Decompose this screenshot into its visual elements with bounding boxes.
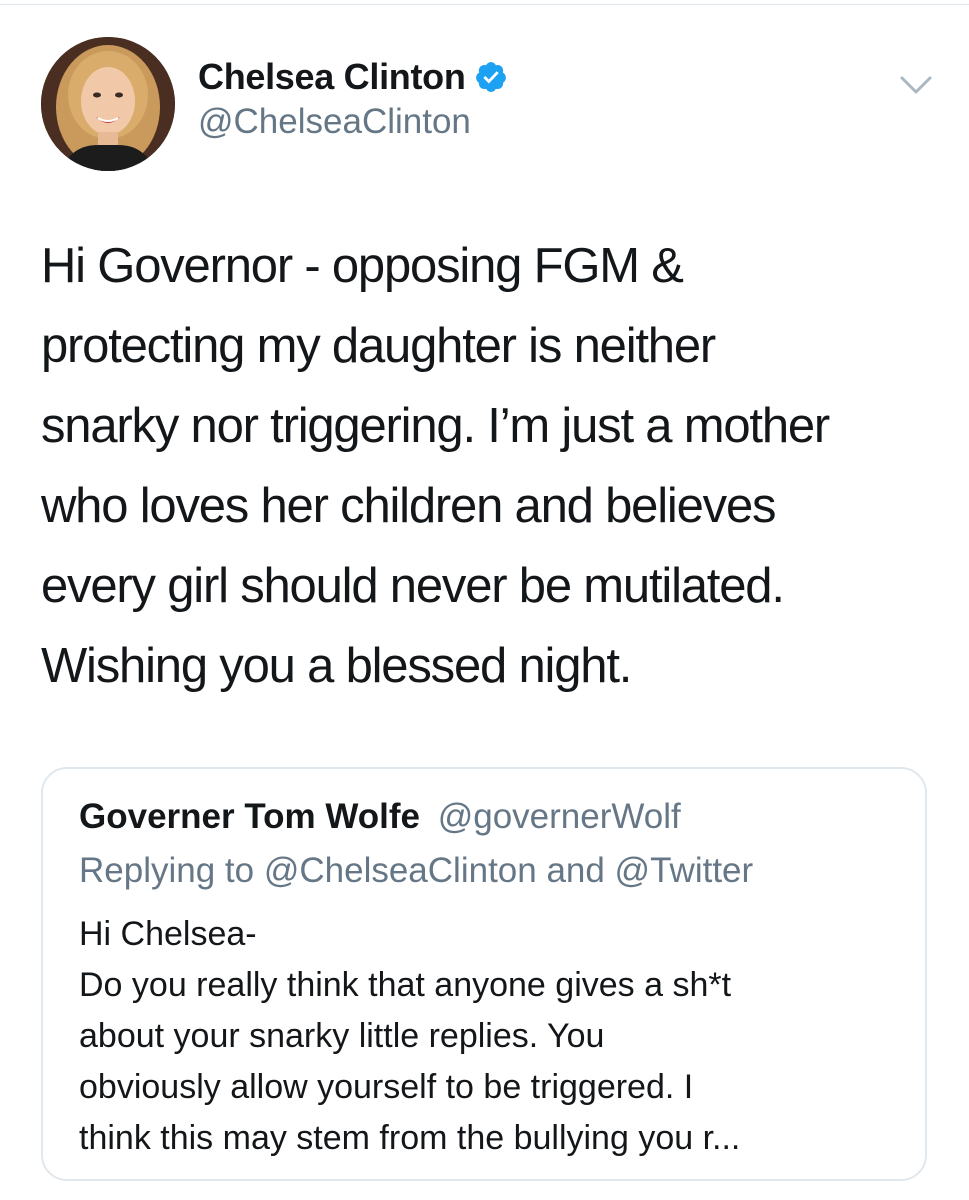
quoted-tweet-header: Governer Tom Wolfe @governerWolf xyxy=(79,797,681,837)
author-handle[interactable]: @ChelseaClinton xyxy=(198,102,471,142)
chevron-down-icon[interactable] xyxy=(898,72,934,98)
avatar-photo xyxy=(41,37,175,171)
author-display-name[interactable]: Chelsea Clinton xyxy=(198,56,466,98)
tweet-text-line: protecting my daughter is neither xyxy=(41,319,716,373)
quoted-tweet-card[interactable]: Governer Tom Wolfe @governerWolf Replyin… xyxy=(41,767,927,1181)
quoted-tweet-body: Hi Chelsea- Do you really think that any… xyxy=(79,909,909,1164)
quoted-body-line: think this may stem from the bullying yo… xyxy=(79,1119,741,1157)
tweet-text: Hi Governor - opposing FGM & protecting … xyxy=(41,226,941,706)
tweet-text-line: Wishing you a blessed night. xyxy=(41,639,632,693)
top-divider xyxy=(0,4,969,5)
quoted-author-name: Governer Tom Wolfe xyxy=(79,797,420,836)
quoted-body-line: Do you really think that anyone gives a … xyxy=(79,966,732,1004)
quoted-body-line: obviously allow yourself to be triggered… xyxy=(79,1068,694,1106)
tweet-text-line: every girl should never be mutilated. xyxy=(41,559,785,613)
quoted-body-line: Hi Chelsea- xyxy=(79,915,257,953)
author-name-row: Chelsea Clinton xyxy=(198,52,508,102)
quoted-body-line: about your snarky little replies. You xyxy=(79,1017,605,1055)
quoted-author-handle: @governerWolf xyxy=(437,797,681,836)
tweet-text-line: who loves her children and believes xyxy=(41,479,776,533)
tweet-text-line: snarky nor triggering. I’m just a mother xyxy=(41,399,830,453)
verified-badge-icon xyxy=(474,60,508,94)
avatar[interactable] xyxy=(41,37,175,171)
tweet-text-line: Hi Governor - opposing FGM & xyxy=(41,239,684,293)
replying-to-text: Replying to @ChelseaClinton and @Twitter xyxy=(79,851,754,890)
